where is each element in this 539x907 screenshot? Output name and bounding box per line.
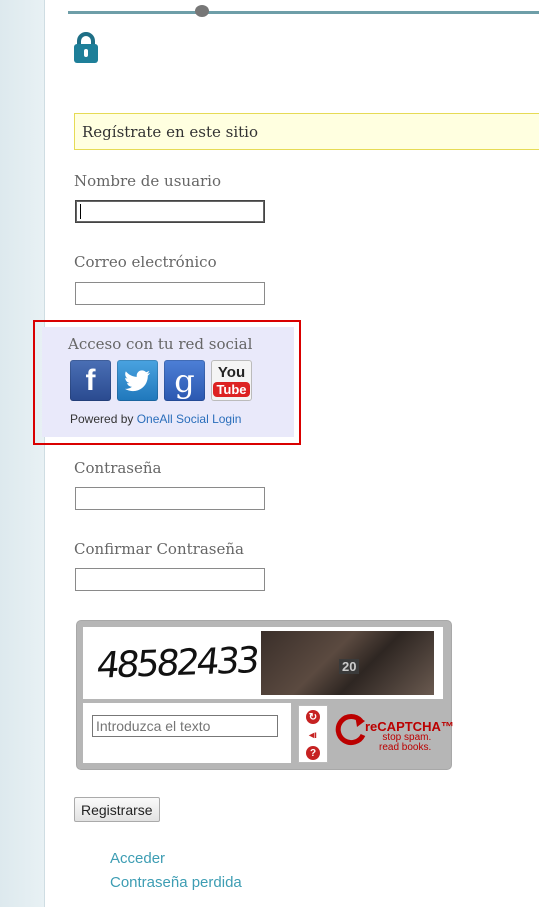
twitter-bird: [124, 369, 150, 391]
social-login-highlight: Acceso con tu red social f g You Tube Po…: [33, 320, 301, 445]
recaptcha-logo: reCAPTCHA™ stop spam. read books.: [335, 707, 454, 763]
recaptcha-swirl-icon: [335, 714, 366, 746]
password-input[interactable]: [75, 487, 265, 510]
youtube-glyph-top: You: [217, 363, 246, 381]
reload-icon[interactable]: ↻: [306, 710, 320, 724]
youtube-icon[interactable]: You Tube: [211, 360, 252, 401]
email-input[interactable]: [75, 282, 265, 305]
register-notice: Regístrate en este sitio: [74, 113, 539, 150]
password-label: Contraseña: [74, 459, 162, 477]
confirm-password-label: Confirmar Contraseña: [74, 540, 244, 558]
captcha-image: 48582433 20: [83, 627, 443, 699]
captcha-challenge-text: 48582433: [94, 640, 259, 687]
powered-by-prefix: Powered by: [70, 412, 137, 426]
recaptcha-tagline-2: read books.: [379, 742, 432, 753]
captcha-input-area: [83, 703, 291, 763]
google-glyph: g: [174, 361, 195, 400]
social-login-title: Acceso con tu red social: [68, 335, 253, 353]
header-dot: [195, 5, 209, 17]
youtube-glyph-bottom: Tube: [213, 381, 250, 397]
register-button[interactable]: Registrarse: [74, 797, 160, 822]
facebook-icon[interactable]: f: [70, 360, 111, 401]
text-caret: [80, 204, 81, 219]
email-label: Correo electrónico: [74, 253, 217, 271]
twitter-icon[interactable]: [117, 360, 158, 401]
facebook-glyph: f: [85, 363, 96, 397]
oneall-link[interactable]: OneAll Social Login: [137, 412, 242, 426]
lost-password-link[interactable]: Contraseña perdida: [110, 874, 242, 891]
captcha-input[interactable]: [92, 715, 278, 737]
username-label: Nombre de usuario: [74, 172, 222, 190]
header-rule: [68, 5, 539, 17]
confirm-password-input[interactable]: [75, 568, 265, 591]
lock-icon: [74, 32, 98, 63]
recaptcha-tagline: stop spam. read books.: [379, 733, 431, 753]
powered-by: Powered by OneAll Social Login: [70, 412, 241, 426]
google-icon[interactable]: g: [164, 360, 205, 401]
help-icon[interactable]: ?: [306, 746, 320, 760]
username-input[interactable]: [75, 200, 265, 223]
login-link[interactable]: Acceder: [110, 850, 165, 867]
captcha-photo: 20: [261, 631, 434, 695]
audio-icon[interactable]: ◂ı: [306, 728, 320, 742]
page-left-rail: [0, 0, 45, 907]
captcha-photo-number: 20: [339, 659, 360, 674]
captcha-controls: ↻ ◂ı ?: [298, 705, 328, 763]
recaptcha-widget: 48582433 20 ↻ ◂ı ? reCAPTCHA™ stop spam.…: [76, 620, 454, 770]
